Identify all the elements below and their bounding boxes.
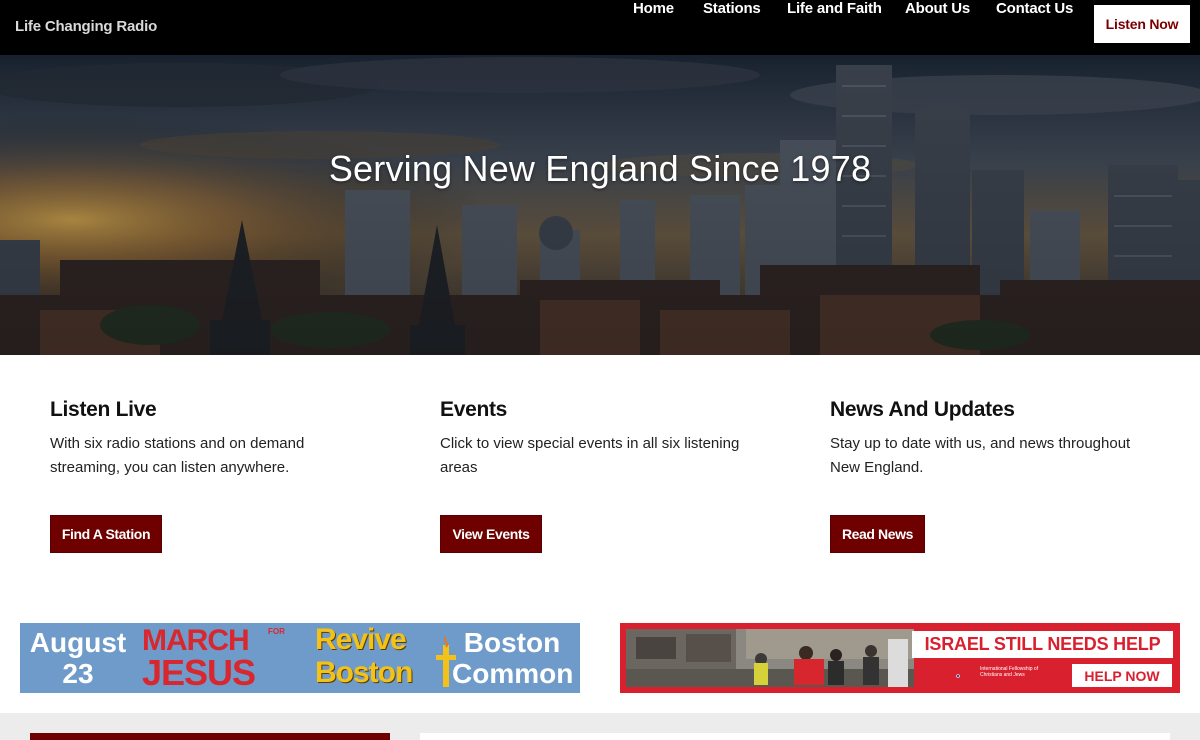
feature-text: Stay up to date with us, and news throug… (830, 435, 1131, 476)
bottom-right-panel (420, 733, 1170, 740)
for-word: FOR (268, 627, 285, 636)
top-navigation-bar: Life Changing Radio Home Stations Life a… (0, 0, 1200, 55)
event-date: August 23 (28, 627, 128, 689)
nav-life-and-faith[interactable]: Life and Faith (787, 0, 882, 17)
event-date-day: 23 (62, 658, 94, 689)
feature-text: With six radio stations and on demand st… (50, 435, 305, 476)
ifcj-logo-icon (956, 674, 960, 678)
feature-listen-live: Listen Live With six radio stations and … (50, 398, 370, 480)
read-news-button[interactable]: Read News (830, 515, 925, 553)
view-events-button[interactable]: View Events (440, 515, 542, 553)
nav-contact-us[interactable]: Contact Us (996, 0, 1073, 17)
event-date-month: August (29, 627, 127, 658)
nav-stations[interactable]: Stations (703, 0, 761, 17)
site-brand[interactable]: Life Changing Radio (15, 18, 157, 35)
location-line-2: Common (452, 658, 574, 689)
help-now-button[interactable]: HELP NOW (1072, 664, 1172, 687)
feature-news-and-updates: News And Updates Stay up to date with us… (830, 398, 1150, 480)
hero-banner: Serving New England Since 1978 (0, 55, 1200, 355)
israel-headline: ISRAEL STILL NEEDS HELP (912, 631, 1173, 658)
nav-home[interactable]: Home (633, 0, 674, 17)
march-for-jesus-banner[interactable]: August 23 MARCH JESUS FOR Revive Boston … (20, 623, 580, 693)
revive-word: Revive (315, 623, 407, 656)
nav-about-us[interactable]: About Us (905, 0, 970, 17)
bottom-left-panel (30, 733, 390, 740)
listen-now-button[interactable]: Listen Now (1094, 5, 1190, 43)
feature-title: News And Updates (830, 398, 1015, 421)
revive-boston-logo: Revive Boston (315, 623, 413, 689)
march-for-jesus-logo: MARCH JESUS (142, 625, 256, 693)
hero-title: Serving New England Since 1978 (328, 148, 872, 189)
feature-text: Click to view special events in all six … (440, 435, 740, 476)
feature-title: Listen Live (50, 398, 157, 421)
city-skyline-image (0, 55, 1200, 355)
feature-events: Events Click to view special events in a… (440, 398, 760, 480)
ifcj-org-name: International Fellowship of Christians a… (980, 666, 1039, 678)
boston-word: Boston (315, 656, 413, 689)
israel-needs-help-banner[interactable]: ISRAEL STILL NEEDS HELP International Fe… (620, 623, 1180, 693)
find-a-station-button[interactable]: Find A Station (50, 515, 162, 553)
feature-title: Events (440, 398, 508, 421)
jesus-word: JESUS (142, 652, 256, 693)
relief-workers-photo (626, 629, 914, 687)
location-line-1: Boston (463, 627, 561, 658)
event-location: Boston Common (452, 627, 574, 689)
